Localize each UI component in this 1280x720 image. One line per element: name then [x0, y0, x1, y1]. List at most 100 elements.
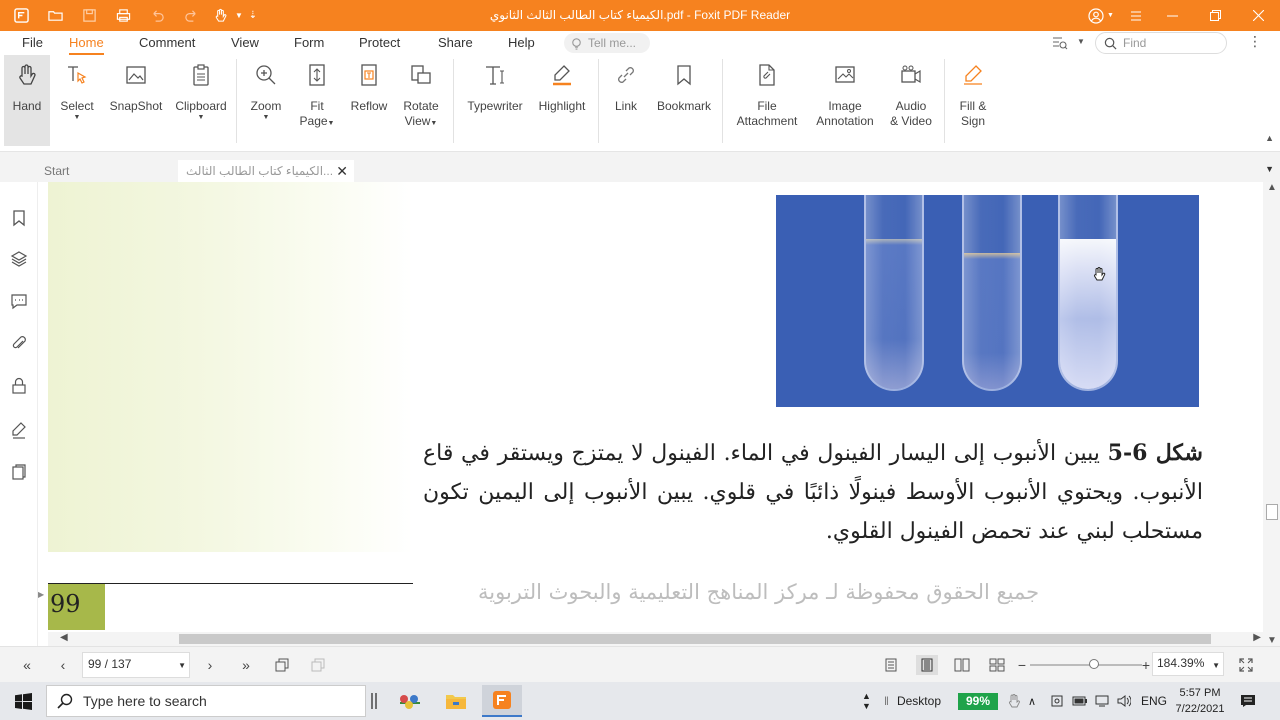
security-panel-icon[interactable] [9, 376, 29, 396]
tab-form[interactable]: Form [294, 31, 324, 55]
continuous-view-icon[interactable] [916, 655, 938, 675]
select-tool-button[interactable]: Select ▼ [56, 58, 98, 146]
battery-meter[interactable]: 99% [958, 693, 998, 710]
full-screen-icon[interactable] [1235, 655, 1257, 675]
close-button[interactable] [1237, 0, 1280, 31]
search-options-icon[interactable] [1052, 35, 1068, 54]
scroll-right-icon[interactable]: ▶ [1253, 632, 1261, 643]
zoom-level-dropdown-icon[interactable]: ▼ [1212, 661, 1220, 670]
tab-comment[interactable]: Comment [139, 31, 195, 55]
foxit-reader-taskbar-icon[interactable] [482, 685, 522, 717]
rotate-view-button[interactable]: Rotate View▼ [398, 58, 444, 146]
redo-icon[interactable] [174, 0, 208, 31]
zoom-button[interactable]: Zoom ▼ [245, 58, 287, 146]
snapshot-button[interactable]: SnapShot [108, 58, 164, 146]
zoom-level-field[interactable]: 184.39% ▼ [1152, 652, 1224, 676]
undo-icon[interactable] [140, 0, 174, 31]
document-view[interactable]: شكل 6-5 يبين الأنبوب إلى اليسار الفينول … [48, 182, 1263, 632]
network-tray-icon[interactable] [1095, 682, 1109, 720]
tab-view[interactable]: View [231, 31, 259, 55]
taskbar-scroll-icon[interactable]: ▲ ▼ [862, 682, 871, 720]
first-page-icon[interactable]: « [16, 655, 38, 675]
file-explorer-icon[interactable] [436, 685, 476, 717]
expand-panel-icon[interactable]: ▶ [38, 590, 44, 599]
previous-view-icon[interactable] [271, 655, 293, 675]
input-language[interactable]: ENG [1141, 682, 1167, 720]
tab-file[interactable]: File [22, 31, 43, 55]
search-options-dropdown-icon[interactable]: ▼ [1077, 37, 1085, 46]
next-view-icon[interactable] [307, 655, 329, 675]
account-icon[interactable]: ▼ [1081, 0, 1121, 31]
zoom-slider-knob[interactable] [1089, 659, 1100, 669]
show-hidden-icons-icon[interactable]: ∧ [1028, 682, 1036, 720]
page-dropdown-icon[interactable]: ▼ [178, 661, 186, 670]
audio-video-button[interactable]: Audio & Video [886, 58, 936, 146]
next-page-icon[interactable]: › [199, 655, 221, 675]
image-annotation-button[interactable]: Image Annotation [810, 58, 880, 146]
horizontal-scrollbar[interactable]: ◀ ▶ [48, 632, 1263, 646]
taskbar-clock[interactable]: 5:57 PM 7/22/2021 [1170, 685, 1230, 717]
hand-tool-button[interactable]: Hand [4, 55, 50, 146]
scroll-up-icon[interactable]: ▲ [1267, 182, 1277, 193]
find-input[interactable]: Find [1095, 32, 1227, 54]
tab-help[interactable]: Help [508, 31, 535, 55]
reflow-button[interactable]: Reflow [348, 58, 390, 146]
desktop-toolbar[interactable]: ‖ Desktop [884, 682, 941, 720]
open-folder-icon[interactable] [38, 0, 72, 31]
restore-button[interactable] [1194, 0, 1237, 31]
windows-start-icon[interactable] [0, 682, 46, 720]
continuous-facing-view-icon[interactable] [986, 655, 1008, 675]
save-icon[interactable] [72, 0, 106, 31]
tab-start[interactable]: Start [36, 160, 176, 182]
tab-current-document[interactable]: الكيمياء كتاب الطالب الثالث... ✕ [178, 160, 354, 182]
vertical-scrollbar[interactable]: ▲ ▼ [1263, 182, 1280, 646]
tab-protect[interactable]: Protect [359, 31, 400, 55]
volume-icon[interactable] [1117, 682, 1131, 720]
close-tab-icon[interactable]: ✕ [336, 163, 348, 180]
network-app-icon[interactable] [390, 685, 430, 717]
last-page-icon[interactable]: » [235, 655, 257, 675]
scroll-left-icon[interactable]: ◀ [60, 632, 68, 643]
attachments-panel-icon[interactable] [9, 334, 29, 354]
customize-toolbar-icon[interactable]: ⇣ [246, 0, 260, 31]
quick-access-dropdown-icon[interactable]: ▼ [232, 0, 246, 31]
minimize-button[interactable] [1151, 0, 1194, 31]
single-page-view-icon[interactable] [880, 655, 902, 675]
fit-page-button[interactable]: Fit Page▼ [296, 58, 338, 146]
typewriter-button[interactable]: Typewriter [464, 58, 526, 146]
app-logo-icon[interactable] [4, 0, 38, 31]
tell-me-box[interactable]: Tell me... [564, 33, 650, 53]
facing-view-icon[interactable] [951, 655, 973, 675]
fill-sign-button[interactable]: Fill & Sign [952, 58, 994, 146]
battery-tray-icon[interactable] [1072, 682, 1088, 720]
more-options-icon[interactable]: ⋮ [1248, 33, 1262, 50]
hand-tool-quick-icon[interactable] [208, 0, 232, 31]
scroll-down-icon[interactable]: ▼ [1267, 635, 1277, 646]
vertical-scroll-thumb[interactable] [1266, 504, 1278, 520]
ribbon-display-options-icon[interactable] [1121, 0, 1151, 31]
collapse-ribbon-icon[interactable]: ▲ [1265, 133, 1274, 143]
tabs-list-dropdown-icon[interactable]: ▼ [1265, 164, 1274, 174]
hand-tray-icon[interactable] [1008, 682, 1020, 720]
print-icon[interactable] [106, 0, 140, 31]
taskbar-search-box[interactable]: Type here to search [46, 685, 366, 717]
tab-home[interactable]: Home [69, 31, 104, 55]
highlight-button[interactable]: Highlight [536, 58, 588, 146]
bookmark-button[interactable]: Bookmark [654, 58, 714, 146]
previous-page-icon[interactable]: ‹ [52, 655, 74, 675]
zoom-slider[interactable] [1030, 659, 1142, 669]
file-attachment-button[interactable]: File Attachment [732, 58, 802, 146]
bookmarks-panel-icon[interactable] [9, 208, 29, 228]
layers-panel-icon[interactable] [9, 249, 29, 269]
page-number-input[interactable]: 99 / 137 ▼ [82, 652, 190, 678]
signatures-panel-icon[interactable] [9, 420, 29, 440]
horizontal-scroll-thumb[interactable] [179, 634, 1211, 644]
link-button[interactable]: Link [608, 58, 644, 146]
tab-share[interactable]: Share [438, 31, 473, 55]
clipboard-button[interactable]: Clipboard ▼ [174, 58, 228, 146]
notifications-icon[interactable] [1240, 682, 1256, 720]
comments-panel-icon[interactable] [9, 291, 29, 311]
pages-panel-icon[interactable] [9, 462, 29, 482]
onedrive-tray-icon[interactable] [1050, 682, 1064, 720]
task-view-icon[interactable] [362, 685, 386, 717]
